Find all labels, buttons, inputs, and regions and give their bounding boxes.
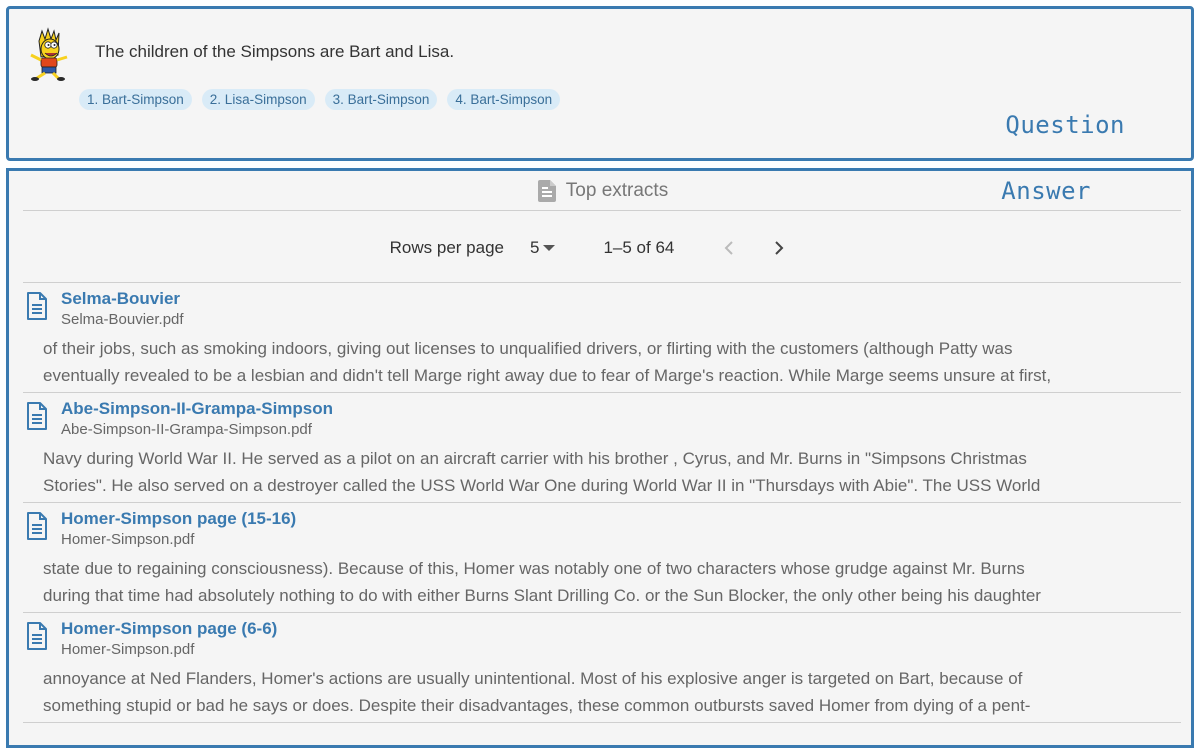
snippet-line: Navy during World War II. He served as a… <box>43 449 1027 468</box>
caret-down-icon <box>543 244 556 251</box>
file-document-icon <box>27 622 47 650</box>
results-list: Selma-Bouvier Selma-Bouvier.pdf of their… <box>23 283 1181 723</box>
result-filename: Homer-Simpson.pdf <box>61 531 195 548</box>
result-snippet: annoyance at Ned Flanders, Homer's actio… <box>43 665 1141 719</box>
extracts-title: Top extracts <box>565 179 669 201</box>
file-document-icon <box>27 512 47 540</box>
result-item: Selma-Bouvier Selma-Bouvier.pdf of their… <box>23 283 1181 393</box>
reference-chip[interactable]: 3. Bart-Simpson <box>324 89 438 110</box>
result-snippet: of their jobs, such as smoking indoors, … <box>43 335 1141 389</box>
question-panel: The children of the Simpsons are Bart an… <box>6 6 1194 161</box>
snippet-line: state due to regaining consciousness). B… <box>43 559 1025 578</box>
chevron-right-icon <box>775 240 784 255</box>
result-item: Abe-Simpson-II-Grampa-Simpson Abe-Simpso… <box>23 393 1181 503</box>
previous-page-button[interactable] <box>714 233 744 263</box>
document-icon <box>537 179 556 202</box>
result-filename: Homer-Simpson.pdf <box>61 641 195 658</box>
answer-panel: Top extracts Answer Rows per page 5 1–5 … <box>6 168 1194 748</box>
snippet-line: Stories". He also served on a destroyer … <box>43 476 1041 495</box>
result-snippet: state due to regaining consciousness). B… <box>43 555 1141 609</box>
result-filename: Abe-Simpson-II-Grampa-Simpson.pdf <box>61 421 312 438</box>
file-document-icon <box>27 292 47 320</box>
result-title[interactable]: Homer-Simpson page (15-16) <box>61 509 296 529</box>
file-document-icon <box>27 402 47 430</box>
reference-chips: 1. Bart-Simpson 2. Lisa-Simpson 3. Bart-… <box>79 89 561 110</box>
result-filename: Selma-Bouvier.pdf <box>61 311 184 328</box>
result-title[interactable]: Abe-Simpson-II-Grampa-Simpson <box>61 399 333 419</box>
snippet-line: eventually revealed to be a lesbian and … <box>43 366 1052 385</box>
result-title[interactable]: Homer-Simpson page (6-6) <box>61 619 277 639</box>
rows-per-page-label: Rows per page <box>389 237 504 257</box>
rows-per-page-value: 5 <box>529 237 540 257</box>
chevron-left-icon <box>724 240 734 255</box>
pagination-bar: Rows per page 5 1–5 of 64 <box>23 213 1181 283</box>
question-text: The children of the Simpsons are Bart an… <box>95 42 455 61</box>
next-page-button[interactable] <box>764 233 794 263</box>
reference-chip[interactable]: 4. Bart-Simpson <box>447 89 561 110</box>
result-title[interactable]: Selma-Bouvier <box>61 289 180 309</box>
result-item: Homer-Simpson page (15-16) Homer-Simpson… <box>23 503 1181 613</box>
question-label: Question <box>1005 111 1125 139</box>
snippet-line: something stupid or bad he says or does.… <box>43 696 1031 715</box>
pagination-range: 1–5 of 64 <box>603 237 675 257</box>
answer-label: Answer <box>1001 177 1091 205</box>
snippet-line: annoyance at Ned Flanders, Homer's actio… <box>43 669 1023 688</box>
reference-chip[interactable]: 2. Lisa-Simpson <box>201 89 315 110</box>
snippet-line: during that time had absolutely nothing … <box>43 586 1041 605</box>
snippet-line: of their jobs, such as smoking indoors, … <box>43 339 1013 358</box>
result-snippet: Navy during World War II. He served as a… <box>43 445 1141 499</box>
rows-per-page-select[interactable]: 5 <box>529 237 556 258</box>
result-item: Homer-Simpson page (6-6) Homer-Simpson.p… <box>23 613 1181 723</box>
reference-chip[interactable]: 1. Bart-Simpson <box>79 89 192 110</box>
bart-avatar-icon <box>30 27 68 81</box>
